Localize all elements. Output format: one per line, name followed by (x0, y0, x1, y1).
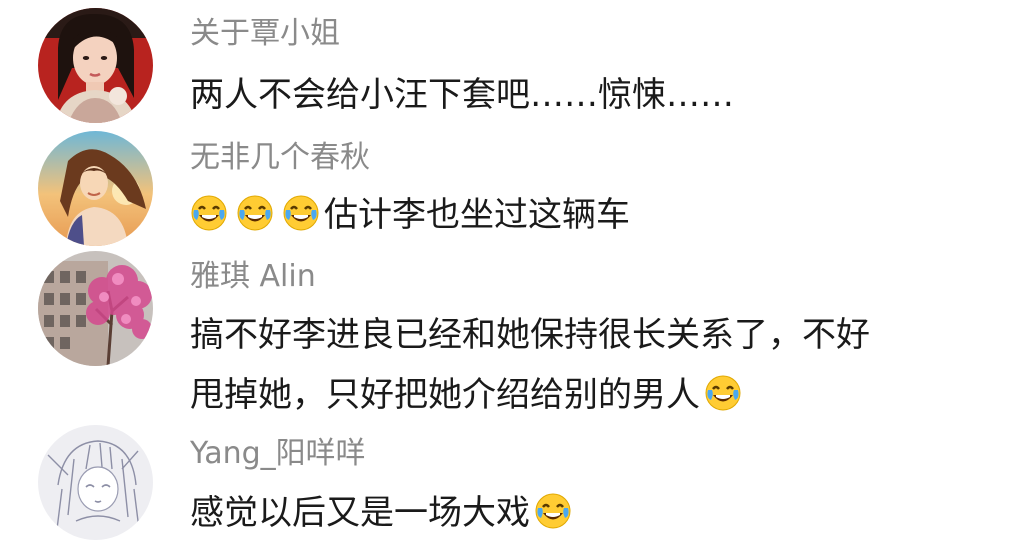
comment-text-line: 搞不好李进良已经和她保持很长关系了，不好 (190, 315, 870, 355)
avatar-anime-girl-sunset-icon (38, 131, 153, 246)
avatar[interactable] (38, 425, 153, 540)
comment-text: 感觉以后又是一场大戏 (190, 484, 580, 542)
comment-username[interactable]: Yang_阳咩咩 (190, 436, 366, 472)
tears-of-joy-emoji (190, 194, 228, 232)
avatar-sketch-anime-girl-icon (38, 425, 153, 540)
tears-of-joy-emoji (236, 194, 274, 232)
tears-of-joy-emoji (282, 194, 320, 232)
comment-username[interactable]: 关于覃小姐 (190, 16, 340, 52)
comment-text-line: 两人不会给小汪下套吧……惊悚…… (190, 75, 734, 115)
avatar-woman-portrait-icon (38, 8, 153, 123)
comment-username[interactable]: 无非几个春秋 (190, 140, 370, 176)
comment-text-line: 估计李也坐过这辆车 (324, 195, 630, 235)
comment-text: 甩掉她，只好把她介绍给别的男人 (190, 366, 750, 424)
comment-text-line: 感觉以后又是一场大戏 (190, 493, 530, 533)
avatar[interactable] (38, 131, 153, 246)
avatar[interactable] (38, 251, 153, 366)
avatar[interactable] (38, 8, 153, 123)
comment-text: 估计李也坐过这辆车 (190, 186, 630, 244)
comment-text: 搞不好李进良已经和她保持很长关系了，不好 (190, 306, 870, 364)
comment-username[interactable]: 雅琪 Alin (190, 259, 316, 295)
avatar-blossom-tree-building-icon (38, 251, 153, 366)
tears-of-joy-emoji (704, 374, 742, 412)
tears-of-joy-emoji (534, 492, 572, 530)
comment-text: 两人不会给小汪下套吧……惊悚…… (190, 66, 734, 124)
comment-text-line: 甩掉她，只好把她介绍给别的男人 (190, 375, 700, 415)
